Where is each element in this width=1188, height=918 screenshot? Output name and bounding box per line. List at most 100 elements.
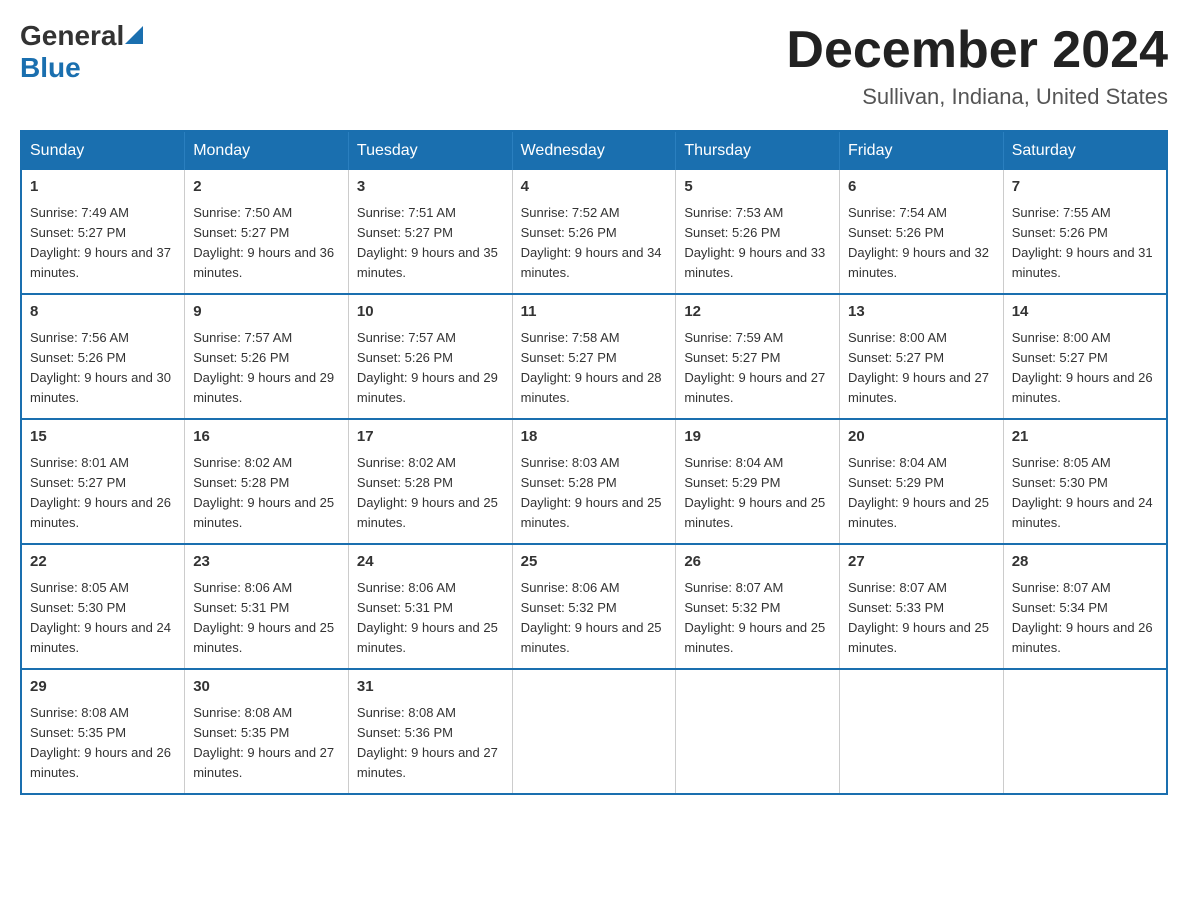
day-info: Sunrise: 8:04 AMSunset: 5:29 PMDaylight:… [848, 455, 989, 530]
day-number: 1 [30, 176, 176, 199]
day-number: 29 [30, 676, 176, 699]
day-number: 26 [684, 551, 831, 574]
calendar-cell: 29 Sunrise: 8:08 AMSunset: 5:35 PMDayligh… [21, 669, 185, 794]
calendar-cell: 25 Sunrise: 8:06 AMSunset: 5:32 PMDayligh… [512, 544, 676, 669]
logo: General Blue [20, 20, 143, 84]
calendar-cell: 14 Sunrise: 8:00 AMSunset: 5:27 PMDayligh… [1003, 294, 1167, 419]
day-info: Sunrise: 8:06 AMSunset: 5:31 PMDaylight:… [193, 580, 334, 655]
month-title: December 2024 [786, 20, 1168, 80]
day-number: 25 [521, 551, 668, 574]
calendar-cell: 28Sunrise: 8:07 AMSunset: 5:34 PMDayligh… [1003, 544, 1167, 669]
day-info: Sunrise: 8:07 AMSunset: 5:32 PMDaylight:… [684, 580, 825, 655]
day-info: Sunrise: 7:50 AMSunset: 5:27 PMDaylight:… [193, 205, 334, 280]
calendar-week-row: 29 Sunrise: 8:08 AMSunset: 5:35 PMDayligh… [21, 669, 1167, 794]
day-number: 23 [193, 551, 340, 574]
calendar-cell [1003, 669, 1167, 794]
calendar-cell: 18 Sunrise: 8:03 AMSunset: 5:28 PMDayligh… [512, 419, 676, 544]
calendar-cell: 9Sunrise: 7:57 AMSunset: 5:26 PMDaylight… [185, 294, 349, 419]
calendar-header-wednesday: Wednesday [512, 131, 676, 170]
day-info: Sunrise: 8:06 AMSunset: 5:32 PMDaylight:… [521, 580, 662, 655]
day-number: 12 [684, 301, 831, 324]
day-info: Sunrise: 7:57 AMSunset: 5:26 PMDaylight:… [193, 330, 334, 405]
day-info: Sunrise: 7:54 AMSunset: 5:26 PMDaylight:… [848, 205, 989, 280]
calendar-week-row: 1 Sunrise: 7:49 AMSunset: 5:27 PMDaylight… [21, 170, 1167, 294]
calendar-header-friday: Friday [840, 131, 1004, 170]
day-info: Sunrise: 8:00 AMSunset: 5:27 PMDaylight:… [1012, 330, 1153, 405]
calendar-header-tuesday: Tuesday [348, 131, 512, 170]
day-info: Sunrise: 7:59 AMSunset: 5:27 PMDaylight:… [684, 330, 825, 405]
calendar-cell [676, 669, 840, 794]
day-info: Sunrise: 7:55 AMSunset: 5:26 PMDaylight:… [1012, 205, 1153, 280]
calendar-cell: 27 Sunrise: 8:07 AMSunset: 5:33 PMDayligh… [840, 544, 1004, 669]
day-info: Sunrise: 8:08 AMSunset: 5:35 PMDaylight:… [193, 705, 334, 780]
day-info: Sunrise: 8:02 AMSunset: 5:28 PMDaylight:… [357, 455, 498, 530]
day-info: Sunrise: 8:03 AMSunset: 5:28 PMDaylight:… [521, 455, 662, 530]
day-number: 22 [30, 551, 176, 574]
day-info: Sunrise: 7:52 AMSunset: 5:26 PMDaylight:… [521, 205, 662, 280]
day-info: Sunrise: 7:58 AMSunset: 5:27 PMDaylight:… [521, 330, 662, 405]
day-info: Sunrise: 8:07 AMSunset: 5:33 PMDaylight:… [848, 580, 989, 655]
day-number: 7 [1012, 176, 1158, 199]
calendar-cell: 22 Sunrise: 8:05 AMSunset: 5:30 PMDayligh… [21, 544, 185, 669]
calendar-cell [840, 669, 1004, 794]
day-number: 3 [357, 176, 504, 199]
calendar-cell: 6 Sunrise: 7:54 AMSunset: 5:26 PMDaylight… [840, 170, 1004, 294]
day-info: Sunrise: 7:57 AMSunset: 5:26 PMDaylight:… [357, 330, 498, 405]
calendar-header-sunday: Sunday [21, 131, 185, 170]
calendar-cell: 17 Sunrise: 8:02 AMSunset: 5:28 PMDayligh… [348, 419, 512, 544]
calendar-cell: 30Sunrise: 8:08 AMSunset: 5:35 PMDayligh… [185, 669, 349, 794]
calendar-cell: 7 Sunrise: 7:55 AMSunset: 5:26 PMDaylight… [1003, 170, 1167, 294]
day-number: 18 [521, 426, 668, 449]
day-number: 6 [848, 176, 995, 199]
calendar-table: SundayMondayTuesdayWednesdayThursdayFrid… [20, 130, 1168, 795]
day-number: 27 [848, 551, 995, 574]
day-info: Sunrise: 8:08 AMSunset: 5:35 PMDaylight:… [30, 705, 171, 780]
day-number: 28 [1012, 551, 1158, 574]
day-number: 14 [1012, 301, 1158, 324]
day-number: 19 [684, 426, 831, 449]
day-info: Sunrise: 8:00 AMSunset: 5:27 PMDaylight:… [848, 330, 989, 405]
day-info: Sunrise: 8:04 AMSunset: 5:29 PMDaylight:… [684, 455, 825, 530]
calendar-cell: 21 Sunrise: 8:05 AMSunset: 5:30 PMDayligh… [1003, 419, 1167, 544]
calendar-cell: 26 Sunrise: 8:07 AMSunset: 5:32 PMDayligh… [676, 544, 840, 669]
day-number: 15 [30, 426, 176, 449]
day-info: Sunrise: 8:05 AMSunset: 5:30 PMDaylight:… [30, 580, 171, 655]
page-header: General Blue December 2024 Sullivan, Ind… [20, 20, 1168, 110]
calendar-week-row: 15Sunrise: 8:01 AMSunset: 5:27 PMDayligh… [21, 419, 1167, 544]
calendar-cell: 16Sunrise: 8:02 AMSunset: 5:28 PMDayligh… [185, 419, 349, 544]
day-number: 8 [30, 301, 176, 324]
day-number: 24 [357, 551, 504, 574]
logo-blue-text: Blue [20, 52, 81, 84]
day-number: 2 [193, 176, 340, 199]
calendar-cell: 11 Sunrise: 7:58 AMSunset: 5:27 PMDayligh… [512, 294, 676, 419]
day-number: 17 [357, 426, 504, 449]
day-info: Sunrise: 8:05 AMSunset: 5:30 PMDaylight:… [1012, 455, 1153, 530]
day-number: 10 [357, 301, 504, 324]
calendar-cell: 5Sunrise: 7:53 AMSunset: 5:26 PMDaylight… [676, 170, 840, 294]
calendar-cell: 23 Sunrise: 8:06 AMSunset: 5:31 PMDayligh… [185, 544, 349, 669]
calendar-header-monday: Monday [185, 131, 349, 170]
calendar-cell: 24 Sunrise: 8:06 AMSunset: 5:31 PMDayligh… [348, 544, 512, 669]
day-number: 20 [848, 426, 995, 449]
day-info: Sunrise: 7:53 AMSunset: 5:26 PMDaylight:… [684, 205, 825, 280]
calendar-cell: 31Sunrise: 8:08 AMSunset: 5:36 PMDayligh… [348, 669, 512, 794]
calendar-cell: 8Sunrise: 7:56 AMSunset: 5:26 PMDaylight… [21, 294, 185, 419]
day-info: Sunrise: 8:06 AMSunset: 5:31 PMDaylight:… [357, 580, 498, 655]
calendar-cell: 13Sunrise: 8:00 AMSunset: 5:27 PMDayligh… [840, 294, 1004, 419]
calendar-cell: 1 Sunrise: 7:49 AMSunset: 5:27 PMDaylight… [21, 170, 185, 294]
calendar-cell: 2 Sunrise: 7:50 AMSunset: 5:27 PMDaylight… [185, 170, 349, 294]
calendar-cell [512, 669, 676, 794]
calendar-week-row: 22 Sunrise: 8:05 AMSunset: 5:30 PMDayligh… [21, 544, 1167, 669]
day-number: 11 [521, 301, 668, 324]
calendar-cell: 3Sunrise: 7:51 AMSunset: 5:27 PMDaylight… [348, 170, 512, 294]
calendar-header-thursday: Thursday [676, 131, 840, 170]
calendar-cell: 15Sunrise: 8:01 AMSunset: 5:27 PMDayligh… [21, 419, 185, 544]
calendar-cell: 4Sunrise: 7:52 AMSunset: 5:26 PMDaylight… [512, 170, 676, 294]
calendar-header-saturday: Saturday [1003, 131, 1167, 170]
title-section: December 2024 Sullivan, Indiana, United … [786, 20, 1168, 110]
day-number: 31 [357, 676, 504, 699]
day-info: Sunrise: 7:49 AMSunset: 5:27 PMDaylight:… [30, 205, 171, 280]
calendar-cell: 12 Sunrise: 7:59 AMSunset: 5:27 PMDayligh… [676, 294, 840, 419]
day-number: 16 [193, 426, 340, 449]
day-number: 21 [1012, 426, 1158, 449]
